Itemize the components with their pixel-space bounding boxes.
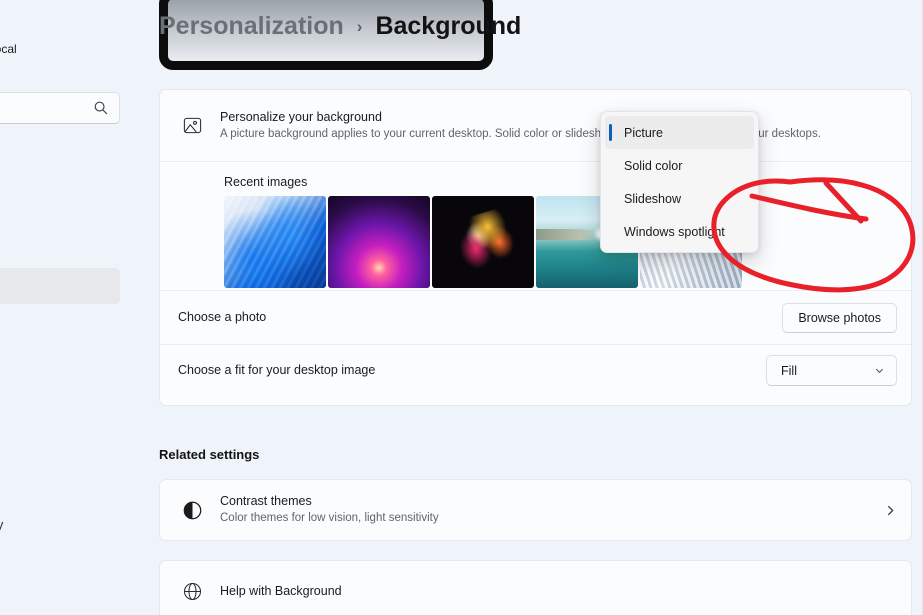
chevron-right-icon (887, 505, 894, 515)
recent-images-row: Recent images (160, 161, 911, 290)
breadcrumb-parent[interactable]: Personalization (159, 12, 344, 41)
recent-image-thumbnail[interactable] (328, 196, 430, 288)
recent-image-thumbnail[interactable] (432, 196, 534, 288)
choose-photo-row: Choose a photo Browse photos (160, 290, 911, 344)
sidebar-item-personalization[interactable] (0, 268, 120, 304)
dropdown-option-solid-color[interactable]: Solid color (605, 149, 754, 182)
personalize-subtitle: A picture background applies to your cur… (220, 127, 821, 140)
account-name: 12r.local (0, 42, 17, 56)
choose-fit-row: Choose a fit for your desktop image Fill (160, 344, 911, 396)
choose-fit-label: Choose a fit for your desktop image (178, 363, 376, 378)
settings-window: 12r.local ces net y Personalization › Ba… (0, 0, 923, 615)
help-with-background-row[interactable]: Help with Background (160, 561, 911, 615)
fit-dropdown-value: Fill (781, 363, 797, 378)
dropdown-option-picture[interactable]: Picture (605, 116, 754, 149)
help-with-background-card[interactable]: Help with Background (159, 560, 912, 615)
dropdown-option-label: Picture (624, 125, 663, 140)
search-icon (94, 101, 108, 115)
fit-dropdown[interactable]: Fill (766, 355, 897, 386)
sidebar: 12r.local ces net y (0, 0, 148, 615)
contrast-icon (178, 496, 206, 524)
page-title: Background (375, 12, 522, 40)
background-settings-card: Personalize your background A picture ba… (159, 89, 912, 406)
dropdown-option-windows-spotlight[interactable]: Windows spotlight (605, 215, 754, 248)
dropdown-option-label: Slideshow (624, 191, 681, 206)
contrast-themes-card[interactable]: Contrast themes Color themes for low vis… (159, 479, 912, 541)
related-settings-heading: Related settings (159, 447, 260, 462)
sidebar-fragment-b: y (0, 518, 4, 532)
recent-images-strip (224, 196, 897, 288)
chevron-down-icon (875, 368, 884, 374)
help-with-background-title: Help with Background (220, 583, 342, 598)
contrast-themes-row[interactable]: Contrast themes Color themes for low vis… (160, 480, 911, 540)
contrast-themes-title: Contrast themes (220, 494, 312, 509)
choose-photo-label: Choose a photo (178, 310, 267, 325)
sidebar-item-bluetooth-devices[interactable]: ces (0, 198, 52, 234)
personalize-title: Personalize your background (220, 109, 382, 124)
dropdown-option-label: Solid color (624, 158, 683, 173)
main-content: Personalization › Background Personalize… (148, 0, 923, 615)
dropdown-option-slideshow[interactable]: Slideshow (605, 182, 754, 215)
personalize-background-row[interactable]: Personalize your background A picture ba… (160, 90, 911, 161)
browse-photos-button[interactable]: Browse photos (782, 302, 897, 333)
recent-images-label: Recent images (224, 175, 308, 189)
sidebar-item-network-internet[interactable]: net (0, 232, 52, 268)
contrast-themes-subtitle: Color themes for low vision, light sensi… (220, 512, 439, 524)
picture-icon (178, 112, 206, 140)
breadcrumb: Personalization › Background (159, 12, 521, 41)
globe-icon (178, 577, 206, 605)
search-input[interactable] (0, 92, 120, 124)
chevron-right-icon: › (356, 16, 363, 36)
recent-image-thumbnail[interactable] (224, 196, 326, 288)
background-type-dropdown-menu[interactable]: Picture Solid color Slideshow Windows sp… (600, 111, 759, 253)
dropdown-option-label: Windows spotlight (624, 224, 725, 239)
